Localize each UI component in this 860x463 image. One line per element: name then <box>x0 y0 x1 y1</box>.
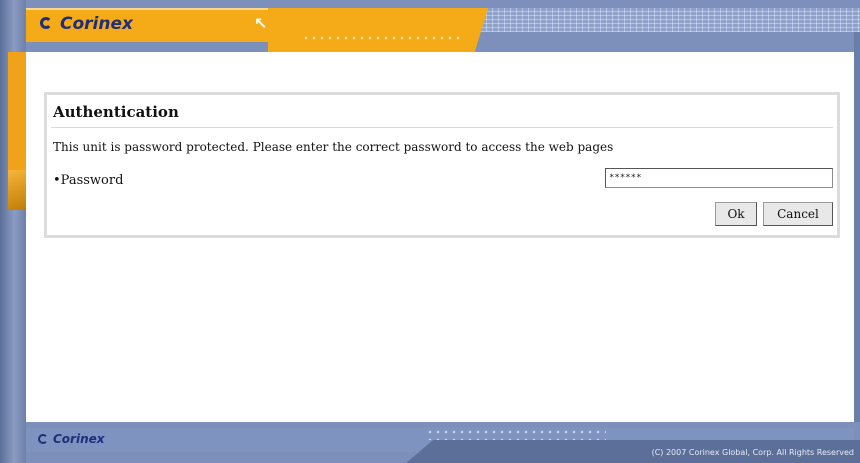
footer-bar: Corinex (C) 2007 Corinex Global, Corp. A… <box>26 422 860 463</box>
authentication-panel: Authentication This unit is password pro… <box>44 92 840 238</box>
ok-button[interactable]: Ok <box>715 202 757 226</box>
corinex-logo: Corinex <box>40 14 133 34</box>
footer-dots <box>426 428 606 440</box>
auth-message: This unit is password protected. Please … <box>53 140 614 154</box>
header-bar: Corinex ↖ <box>0 0 860 52</box>
main-content: Authentication This unit is password pro… <box>26 52 854 422</box>
left-orange-stripe <box>8 52 26 210</box>
copyright-text: (C) 2007 Corinex Global, Corp. All Right… <box>651 448 854 457</box>
footer-logo-icon <box>38 433 50 445</box>
logo-text: Corinex <box>60 14 133 34</box>
right-frame <box>854 32 860 463</box>
title-divider <box>51 127 833 128</box>
password-label: •Password <box>53 173 124 188</box>
footer-logo-text: Corinex <box>53 432 105 446</box>
header-dots <box>302 34 462 44</box>
corinex-logo-icon <box>40 16 56 32</box>
password-input[interactable] <box>605 168 833 188</box>
arrow-up-left-icon: ↖ <box>254 14 268 33</box>
cancel-button[interactable]: Cancel <box>763 202 833 226</box>
footer-logo: Corinex <box>38 432 105 446</box>
header-tab-extension <box>268 8 488 52</box>
panel-title: Authentication <box>53 103 179 121</box>
